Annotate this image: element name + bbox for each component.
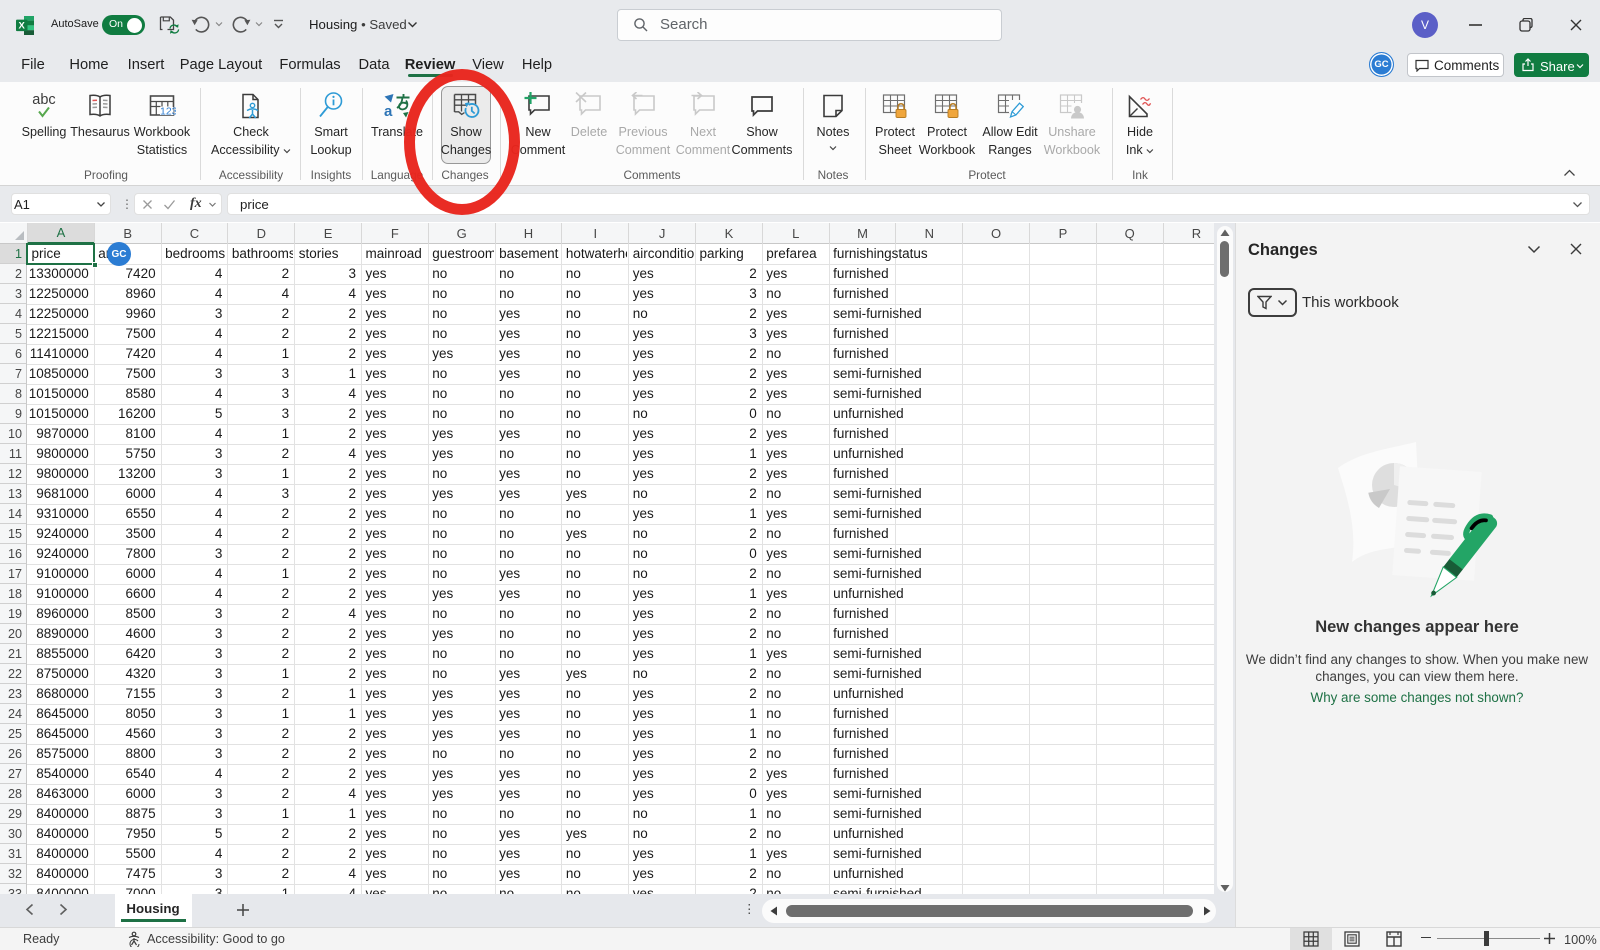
svg-text:abc: abc xyxy=(32,92,55,108)
svg-text:X: X xyxy=(19,21,26,32)
svg-text:a: a xyxy=(384,103,393,120)
svg-text:123: 123 xyxy=(160,106,176,118)
